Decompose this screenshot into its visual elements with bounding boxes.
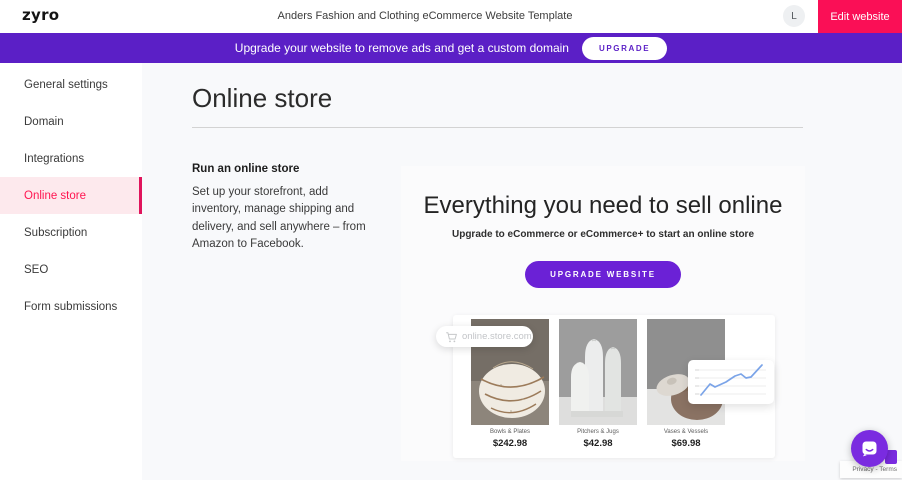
sidebar-item-general-settings[interactable]: General settings — [0, 66, 142, 103]
upgrade-website-button[interactable]: UPGRADE WEBSITE — [525, 261, 681, 288]
main-content: Online store Run an online store Set up … — [142, 63, 902, 480]
upgrade-banner-message: Upgrade your website to remove ads and g… — [235, 41, 569, 55]
cart-icon — [445, 331, 457, 343]
chat-launcher-button[interactable] — [851, 430, 888, 467]
product-name: Pitchers & Jugs — [559, 429, 637, 435]
sales-chart-card — [688, 360, 774, 404]
page-title: Online store — [192, 83, 332, 114]
store-url-pill: online.store.com — [436, 326, 533, 347]
sparkline-chart — [688, 360, 774, 404]
settings-sidebar: General settings Domain Integrations Onl… — [0, 63, 142, 480]
product-price: $242.98 — [471, 438, 549, 449]
upgrade-banner-button[interactable]: UPGRADE — [582, 37, 667, 60]
intro-body: Set up your storefront, add inventory, m… — [192, 184, 368, 253]
product-tile: Pitchers & Jugs $42.98 — [559, 319, 637, 458]
top-bar: zyro Anders Fashion and Clothing eCommer… — [0, 0, 902, 33]
sidebar-item-seo[interactable]: SEO — [0, 251, 142, 288]
product-name: Vases & Vessels — [647, 429, 725, 435]
store-url-text: online.store.com — [462, 331, 532, 342]
account-avatar[interactable]: L — [783, 5, 805, 27]
upgrade-panel: Everything you need to sell online Upgra… — [401, 166, 805, 461]
sidebar-item-form-submissions[interactable]: Form submissions — [0, 288, 142, 325]
zyro-logo[interactable]: zyro — [22, 6, 59, 24]
upgrade-panel-heading: Everything you need to sell online — [401, 192, 805, 220]
upgrade-panel-subheading: Upgrade to eCommerce or eCommerce+ to st… — [401, 229, 805, 240]
chat-bubble-icon — [860, 439, 879, 458]
sidebar-item-integrations[interactable]: Integrations — [0, 140, 142, 177]
site-template-title: Anders Fashion and Clothing eCommerce We… — [278, 0, 573, 33]
intro-text-block: Run an online store Set up your storefro… — [192, 163, 368, 253]
product-price: $42.98 — [559, 438, 637, 449]
sidebar-item-online-store[interactable]: Online store — [0, 177, 142, 214]
intro-heading: Run an online store — [192, 163, 368, 175]
upgrade-banner: Upgrade your website to remove ads and g… — [0, 33, 902, 63]
pitchers-product-image — [559, 319, 637, 425]
product-price: $69.98 — [647, 438, 725, 449]
title-divider — [192, 127, 803, 128]
sidebar-item-domain[interactable]: Domain — [0, 103, 142, 140]
edit-website-button[interactable]: Edit website — [818, 0, 902, 33]
product-name: Bowls & Plates — [471, 429, 549, 435]
sidebar-item-subscription[interactable]: Subscription — [0, 214, 142, 251]
